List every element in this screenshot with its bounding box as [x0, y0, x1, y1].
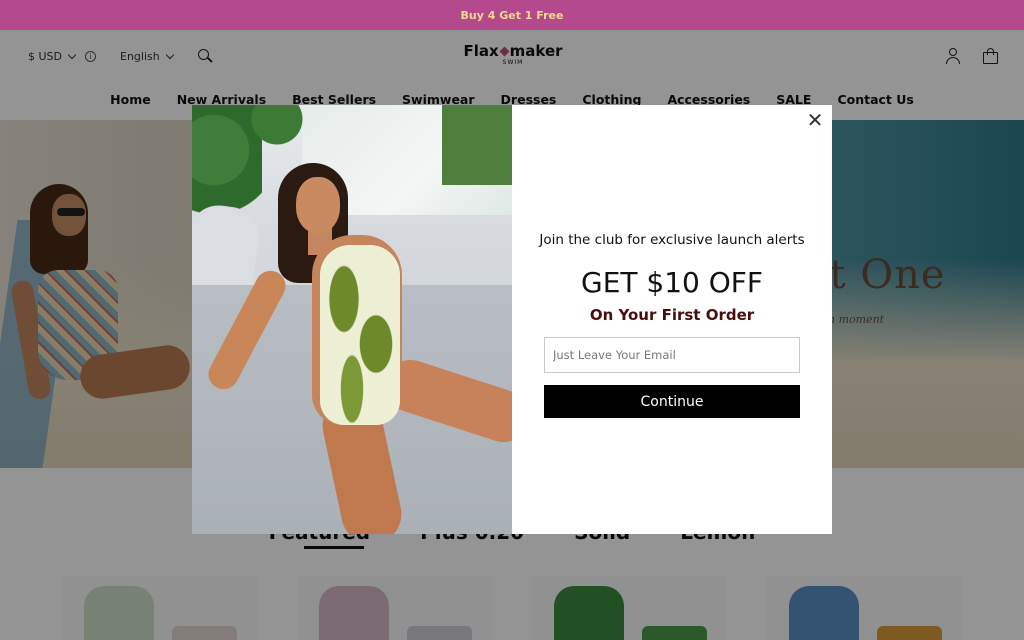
continue-button[interactable]: Continue: [544, 385, 800, 418]
modal-headline: GET $10 OFF: [581, 266, 763, 299]
email-field[interactable]: [544, 337, 800, 373]
modal-promo-image: [192, 105, 512, 534]
modal-subheadline: On Your First Order: [589, 306, 755, 324]
announcement-bar: Buy 4 Get 1 Free: [0, 0, 1024, 30]
signup-modal: ✕ Join the club for exclusive launch ale…: [192, 105, 832, 534]
announcement-text[interactable]: Buy 4 Get 1 Free: [461, 9, 564, 22]
modal-content: ✕ Join the club for exclusive launch ale…: [512, 105, 832, 534]
modal-tagline: Join the club for exclusive launch alert…: [539, 232, 805, 248]
close-icon[interactable]: ✕: [806, 110, 824, 130]
